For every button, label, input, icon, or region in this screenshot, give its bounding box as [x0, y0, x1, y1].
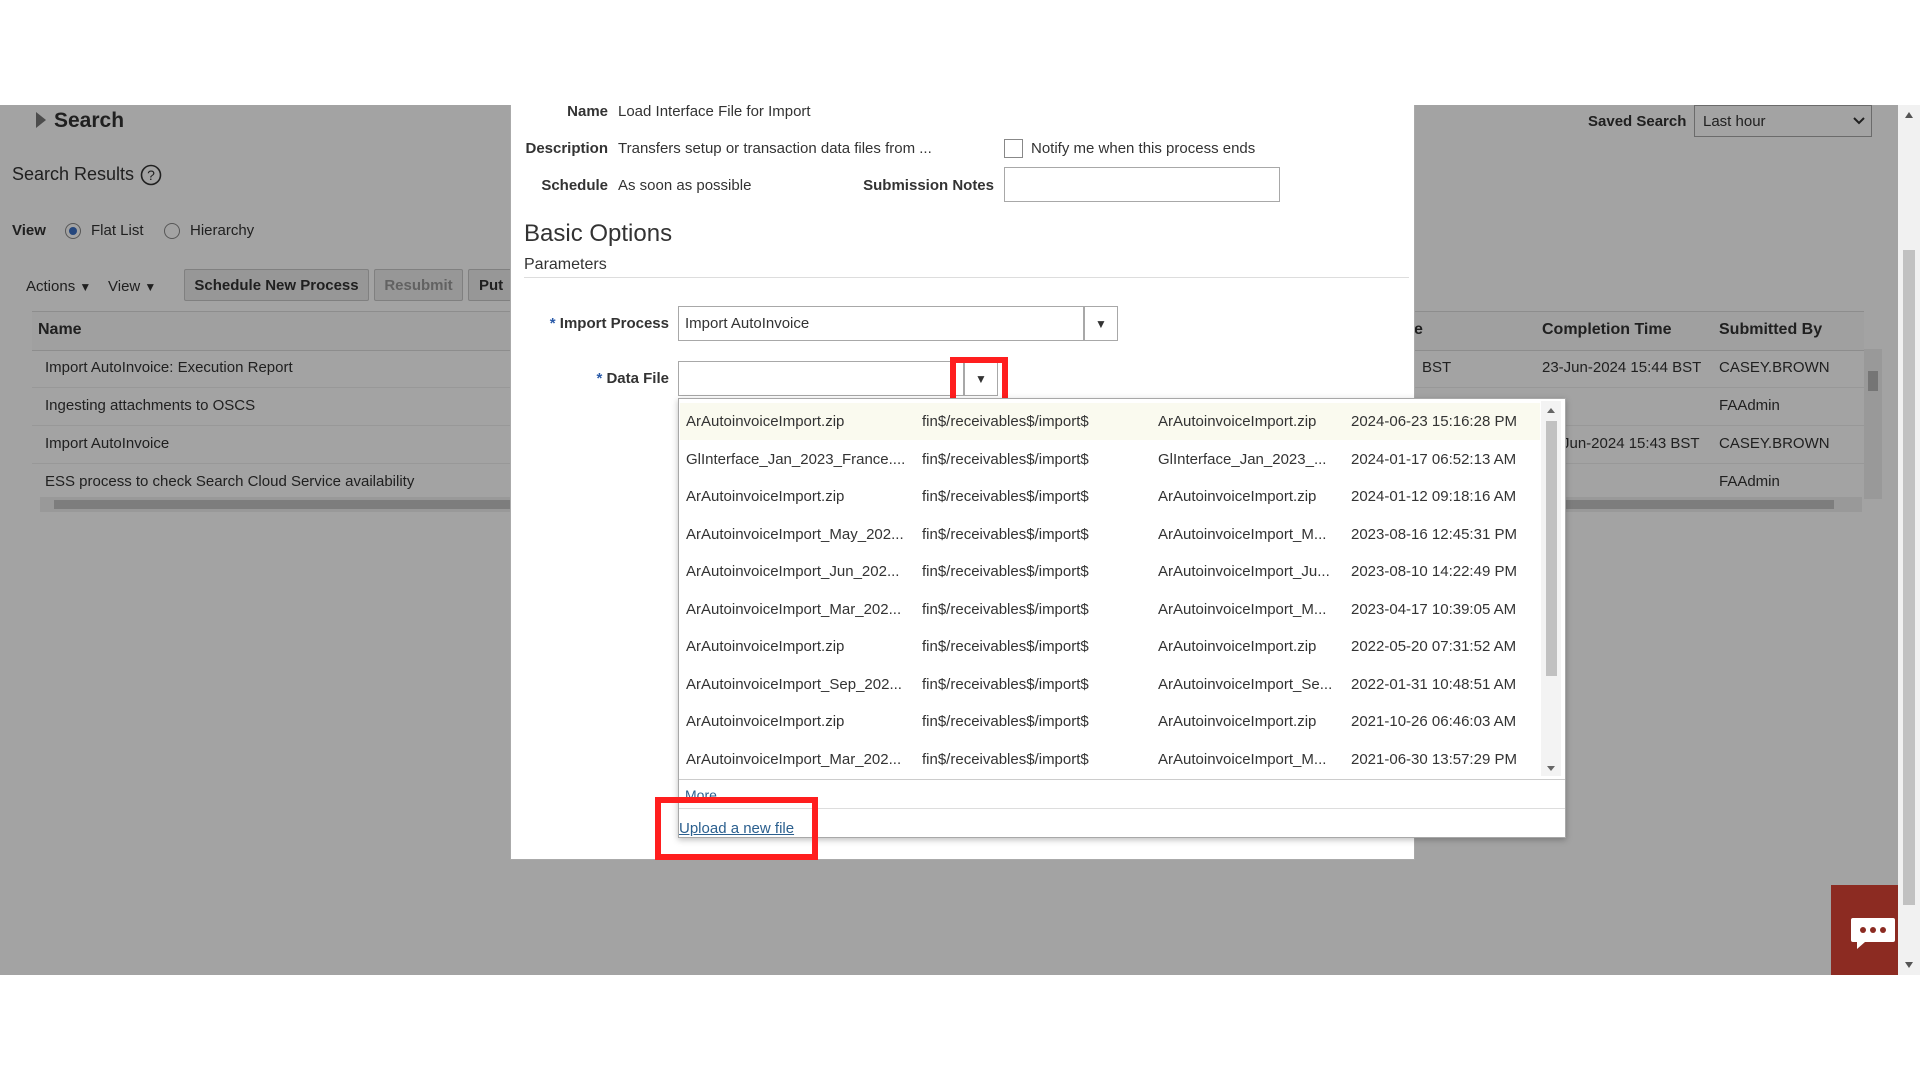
popup-vertical-scrollbar[interactable] [1541, 401, 1561, 776]
import-process-dropdown-button[interactable]: ▼ [1084, 306, 1118, 341]
submission-notes-label: Submission Notes [863, 177, 994, 194]
list-item[interactable]: ArAutoinvoiceImport_May_202... fin$/rece… [680, 516, 1540, 553]
scroll-down-icon[interactable] [1904, 961, 1914, 969]
import-process-label: * Import Process [549, 315, 669, 332]
notify-label[interactable]: Notify me when this process ends [1031, 140, 1255, 157]
section-subtitle: Parameters [524, 256, 607, 273]
popup-scrollbar-thumb[interactable] [1546, 421, 1557, 676]
popup-divider [679, 779, 1565, 780]
scroll-up-icon[interactable] [1546, 407, 1556, 414]
list-item[interactable]: ArAutoinvoiceImport.zip fin$/receivables… [680, 478, 1540, 515]
chat-launcher[interactable] [1831, 885, 1901, 975]
description-label: Description [525, 140, 608, 157]
list-item[interactable]: ArAutoinvoiceImport_Jun_202... fin$/rece… [680, 553, 1540, 590]
section-divider [524, 277, 1409, 278]
page-scrollbar-thumb [1903, 250, 1915, 905]
scroll-down-icon[interactable] [1546, 765, 1556, 772]
data-file-input[interactable] [678, 361, 964, 396]
list-item[interactable]: ArAutoinvoiceImport.zip fin$/receivables… [680, 403, 1540, 440]
schedule-label: Schedule [541, 177, 608, 194]
name-label: Name [567, 103, 608, 120]
notify-checkbox[interactable] [1004, 139, 1023, 158]
description-value: Transfers setup or transaction data file… [618, 140, 932, 157]
scroll-up-icon[interactable] [1904, 111, 1914, 119]
section-title: Basic Options [524, 220, 673, 247]
submission-notes-input[interactable] [1004, 167, 1280, 202]
data-file-popup: ArAutoinvoiceImport.zip fin$/receivables… [678, 398, 1566, 838]
data-file-label: * Data File [596, 370, 669, 387]
schedule-value: As soon as possible [618, 177, 752, 194]
page-vertical-scrollbar[interactable] [1898, 105, 1920, 975]
name-value: Load Interface File for Import [618, 103, 811, 120]
chat-bubble-icon [1851, 918, 1895, 949]
list-item[interactable]: GlInterface_Jan_2023_France.... fin$/rec… [680, 441, 1540, 478]
list-item[interactable]: ArAutoinvoiceImport.zip fin$/receivables… [680, 703, 1540, 740]
highlight-upload-link [655, 797, 818, 860]
list-item[interactable]: ArAutoinvoiceImport_Mar_202... fin$/rece… [680, 741, 1540, 778]
list-item[interactable]: ArAutoinvoiceImport.zip fin$/receivables… [680, 628, 1540, 665]
list-item[interactable]: ArAutoinvoiceImport_Sep_202... fin$/rece… [680, 666, 1540, 703]
list-item[interactable]: ArAutoinvoiceImport_Mar_202... fin$/rece… [680, 591, 1540, 628]
import-process-select[interactable]: Import AutoInvoice [678, 306, 1084, 341]
caret-down-icon: ▼ [1095, 316, 1107, 331]
